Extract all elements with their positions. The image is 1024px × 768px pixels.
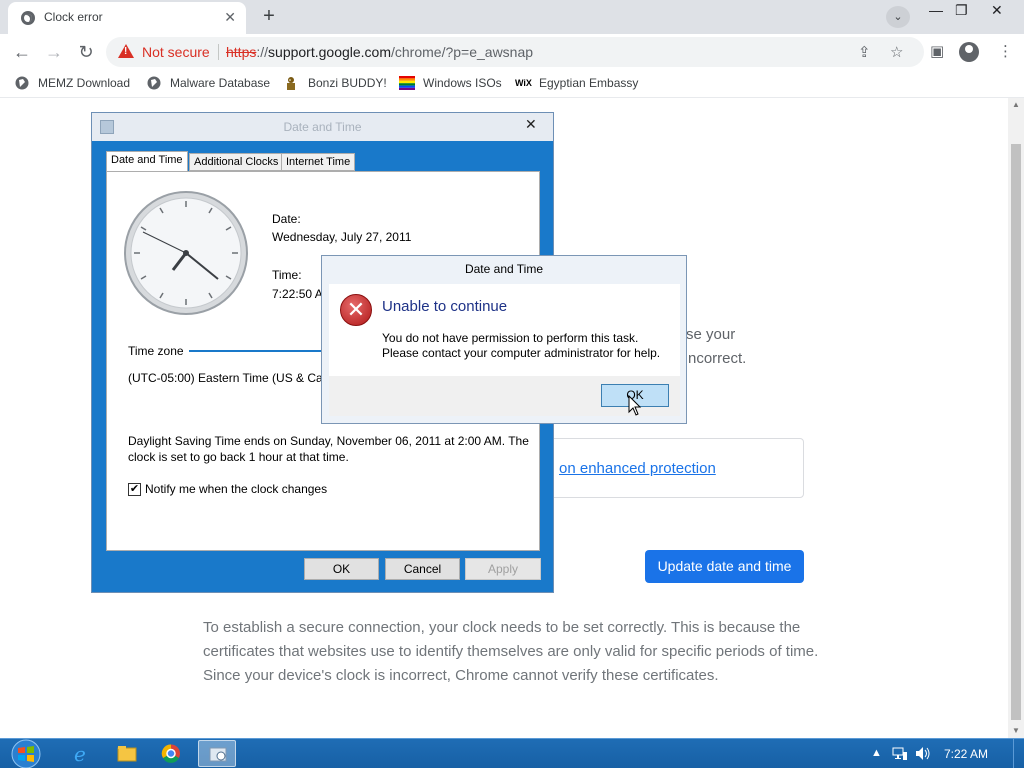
- tab-close-icon[interactable]: ✕: [224, 9, 236, 26]
- volume-icon[interactable]: [915, 746, 931, 761]
- date-time-titlebar[interactable]: Date and Time ✕: [92, 113, 553, 141]
- time-label: Time:: [272, 268, 302, 282]
- side-panel-icon[interactable]: ▣: [930, 42, 944, 60]
- warning-icon[interactable]: [118, 44, 134, 58]
- timezone-value: (UTC-05:00) Eastern Time (US & Cana: [128, 371, 337, 385]
- restore-button[interactable]: ❐: [955, 2, 968, 19]
- close-icon[interactable]: ✕: [525, 116, 537, 133]
- security-status[interactable]: Not secure: [142, 44, 210, 60]
- error-dialog-title[interactable]: Date and Time: [322, 262, 686, 276]
- date-value: Wednesday, July 27, 2011: [272, 230, 412, 244]
- taskbar-clock[interactable]: 7:22 AM: [944, 747, 988, 761]
- show-desktop-button[interactable]: [1013, 739, 1024, 768]
- reload-button[interactable]: ↻: [74, 40, 98, 64]
- minimize-button[interactable]: —: [929, 2, 943, 18]
- bonzi-icon: [287, 77, 295, 90]
- date-time-window-title: Date and Time: [283, 120, 362, 134]
- error-icon: ✕: [340, 294, 372, 326]
- bookmark-memz[interactable]: MEMZ Download: [38, 76, 130, 90]
- page-scrollbar[interactable]: ▲ ▼: [1008, 98, 1024, 738]
- error-dialog-body: ✕ Unable to continue You do not have per…: [329, 284, 680, 376]
- wix-icon: WiX: [515, 78, 532, 88]
- tab-additional-clocks[interactable]: Additional Clocks: [189, 153, 284, 171]
- tab-title: Clock error: [44, 10, 103, 24]
- partial-body-text-2: ncorrect.: [688, 350, 747, 367]
- bookmark-bonzi-buddy[interactable]: Bonzi BUDDY!: [308, 76, 387, 90]
- omnibox-divider: [218, 44, 219, 60]
- network-icon[interactable]: [892, 746, 908, 761]
- tab-search-button[interactable]: ⌄: [886, 6, 910, 28]
- url-separator: ://: [256, 44, 269, 60]
- chevron-down-icon: ⌄: [893, 11, 903, 23]
- url-path: /chrome/?p=e_awsnap: [391, 44, 534, 60]
- dst-info-line-1: Daylight Saving Time ends on Sunday, Nov…: [128, 434, 529, 448]
- browser-toolbar: ← → ↻ Not secure https://support.google.…: [0, 34, 1024, 70]
- taskbar-chrome[interactable]: [152, 740, 190, 767]
- menu-icon[interactable]: ⋮: [998, 42, 1013, 60]
- scroll-up-icon[interactable]: ▲: [1008, 98, 1024, 112]
- enhanced-protection-box: on enhanced protection: [540, 438, 804, 498]
- forward-button[interactable]: →: [42, 40, 66, 64]
- new-tab-button[interactable]: +: [256, 5, 282, 29]
- error-heading: Unable to continue: [382, 298, 508, 315]
- enhanced-protection-link[interactable]: on enhanced protection: [559, 460, 716, 477]
- bookmark-windows-isos[interactable]: Windows ISOs: [423, 76, 502, 90]
- internet-explorer-icon: e: [74, 742, 86, 766]
- svg-text:e: e: [74, 742, 86, 766]
- bookmark-star-icon[interactable]: ☆: [890, 43, 903, 61]
- date-time-cancel-button[interactable]: Cancel: [385, 558, 460, 580]
- close-window-button[interactable]: ✕: [991, 2, 1003, 19]
- timezone-label: Time zone: [128, 344, 184, 358]
- start-button-icon[interactable]: [6, 739, 46, 768]
- taskbar-date-time[interactable]: [198, 740, 236, 767]
- taskbar: e ▲ 7:22 AM: [0, 738, 1024, 768]
- date-time-ok-button[interactable]: OK: [304, 558, 379, 580]
- globe-icon: [21, 11, 35, 25]
- address-bar[interactable]: Not secure https://support.google.com/ch…: [106, 37, 924, 67]
- analog-clock-icon: [124, 191, 248, 315]
- notify-checkbox[interactable]: ✔: [128, 483, 141, 496]
- back-button[interactable]: ←: [10, 40, 34, 64]
- share-icon[interactable]: ⇪: [858, 43, 871, 61]
- tab-strip: Clock error ✕ + ⌄ — ❐ ✕: [0, 0, 1024, 34]
- error-message: You do not have permission to perform th…: [382, 331, 660, 361]
- windows-flag-icon: [399, 76, 415, 90]
- date-time-app-icon: [209, 747, 227, 762]
- taskbar-file-explorer[interactable]: [108, 740, 146, 767]
- taskbar-internet-explorer[interactable]: e: [62, 740, 100, 767]
- date-label: Date:: [272, 212, 301, 226]
- error-message-line-2: Please contact your computer administrat…: [382, 346, 661, 360]
- date-time-footer: OK Cancel Apply: [92, 551, 553, 592]
- explanation-text: To establish a secure connection, your c…: [203, 619, 819, 684]
- folder-icon: [117, 746, 137, 762]
- dst-info-line-2: clock is set to go back 1 hour at that t…: [128, 450, 349, 464]
- profile-avatar-icon[interactable]: [959, 42, 979, 62]
- mouse-cursor-icon: [628, 395, 642, 416]
- tab-date-and-time[interactable]: Date and Time: [106, 151, 188, 172]
- bookmark-malware-database[interactable]: Malware Database: [170, 76, 270, 90]
- bookmark-egyptian-embassy[interactable]: Egyptian Embassy: [539, 76, 638, 90]
- date-time-apply-button[interactable]: Apply: [465, 558, 541, 580]
- globe-icon: [15, 76, 29, 90]
- globe-icon: [147, 76, 161, 90]
- tab-internet-time[interactable]: Internet Time: [281, 153, 356, 171]
- tray-expand-icon[interactable]: ▲: [871, 747, 882, 759]
- url-text[interactable]: https://support.google.com/chrome/?p=e_a…: [226, 44, 533, 60]
- scroll-thumb[interactable]: [1011, 144, 1021, 720]
- error-message-line-1: You do not have permission to perform th…: [382, 331, 639, 345]
- scroll-down-icon[interactable]: ▼: [1008, 724, 1024, 738]
- notify-checkbox-label[interactable]: Notify me when the clock changes: [145, 482, 327, 496]
- tab-clock-error[interactable]: Clock error ✕: [8, 2, 246, 34]
- partial-body-text-1: se your: [686, 326, 736, 343]
- chrome-icon: [161, 744, 180, 763]
- update-date-time-button[interactable]: Update date and time: [645, 550, 804, 583]
- bookmarks-bar: MEMZ Download Malware Database Bonzi BUD…: [0, 70, 1024, 98]
- url-host: support.google.com: [268, 44, 391, 60]
- url-scheme: https: [226, 44, 257, 60]
